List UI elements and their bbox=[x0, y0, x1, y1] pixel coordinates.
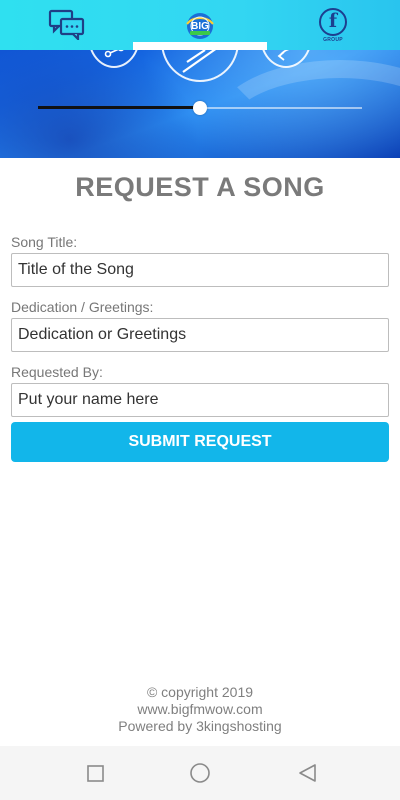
copyright-text: © copyright 2019 bbox=[146, 684, 254, 700]
requested-by-input[interactable] bbox=[11, 383, 389, 417]
page-title: REQUEST A SONG bbox=[75, 172, 325, 202]
song-title-label: Song Title: bbox=[11, 234, 78, 250]
requested-by-label: Requested By: bbox=[11, 364, 103, 380]
logo-text: BIG bbox=[191, 21, 209, 32]
chat-button[interactable] bbox=[48, 8, 86, 42]
recent-apps-button[interactable] bbox=[84, 762, 108, 784]
station-logo-icon: BIG bbox=[186, 13, 214, 39]
system-navigation-bar bbox=[0, 746, 400, 800]
home-icon bbox=[190, 763, 210, 783]
chat-bubbles-icon bbox=[48, 9, 85, 42]
song-title-input[interactable] bbox=[11, 253, 389, 287]
seek-progress bbox=[38, 106, 200, 109]
dedication-label: Dedication / Greetings: bbox=[11, 299, 154, 315]
back-button[interactable] bbox=[296, 762, 320, 784]
back-icon bbox=[299, 764, 316, 782]
station-logo[interactable]: BIG bbox=[181, 11, 219, 41]
facebook-group-button[interactable]: f GROUP bbox=[318, 8, 348, 44]
submit-request-button[interactable]: SUBMIT REQUEST bbox=[11, 422, 389, 462]
top-bar-indicator bbox=[133, 42, 267, 50]
facebook-group-label: GROUP bbox=[323, 37, 343, 43]
recent-apps-icon bbox=[87, 765, 104, 782]
facebook-icon: f bbox=[319, 8, 347, 36]
website-text: www.bigfmwow.com bbox=[137, 701, 263, 717]
app-screen: BIG f GROUP REQUEST A SONG Song Title: D… bbox=[0, 0, 400, 800]
dedication-input[interactable] bbox=[11, 318, 389, 352]
powered-by-text: Powered by 3kingshosting bbox=[118, 718, 282, 734]
seek-thumb[interactable] bbox=[193, 101, 207, 115]
top-app-bar: BIG f GROUP bbox=[0, 0, 400, 50]
home-button[interactable] bbox=[188, 762, 212, 784]
footer: © copyright 2019 www.bigfmwow.com Powere… bbox=[0, 684, 400, 735]
seek-bar[interactable] bbox=[38, 101, 362, 115]
